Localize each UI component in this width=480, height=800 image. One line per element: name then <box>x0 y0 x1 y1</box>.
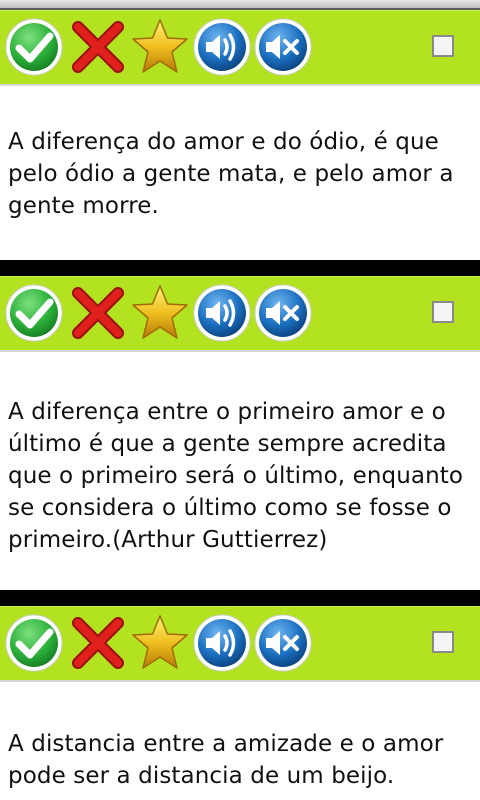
quote-card: A distancia entre a amizade e o amor pod… <box>0 606 480 800</box>
mute-icon <box>254 284 312 342</box>
x-icon <box>72 617 124 669</box>
mute-button[interactable] <box>253 283 313 343</box>
mute-button[interactable] <box>253 17 313 77</box>
favorite-button[interactable] <box>130 283 190 343</box>
check-icon <box>5 614 63 672</box>
quote-toolbar <box>0 606 480 682</box>
favorite-button[interactable] <box>130 613 190 673</box>
speaker-icon <box>193 284 251 342</box>
quote-card: A diferença entre o primeiro amor e o úl… <box>0 276 480 590</box>
reject-button[interactable] <box>68 613 128 673</box>
star-icon <box>132 615 188 669</box>
mute-icon <box>254 18 312 76</box>
quote-card: A diferença do amor e do ódio, é que pel… <box>0 10 480 260</box>
favorite-button[interactable] <box>130 17 190 77</box>
approve-button[interactable] <box>4 283 64 343</box>
select-checkbox[interactable] <box>432 301 454 323</box>
quote-toolbar <box>0 276 480 352</box>
quote-text: A diferença do amor e do ódio, é que pel… <box>8 129 454 219</box>
select-checkbox[interactable] <box>432 631 454 653</box>
star-icon <box>132 285 188 339</box>
approve-button[interactable] <box>4 17 64 77</box>
check-icon <box>5 284 63 342</box>
star-icon <box>132 19 188 73</box>
play-sound-button[interactable] <box>192 613 252 673</box>
speaker-icon <box>193 614 251 672</box>
x-icon <box>72 21 124 73</box>
select-checkbox[interactable] <box>432 35 454 57</box>
quote-text: A distancia entre a amizade e o amor pod… <box>8 731 444 789</box>
speaker-icon <box>193 18 251 76</box>
mute-button[interactable] <box>253 613 313 673</box>
x-icon <box>72 287 124 339</box>
quote-text: A diferença entre o primeiro amor e o úl… <box>8 399 464 553</box>
reject-button[interactable] <box>68 17 128 77</box>
approve-button[interactable] <box>4 613 64 673</box>
quote-list[interactable]: A diferença do amor e do ódio, é que pel… <box>0 0 480 800</box>
quote-toolbar <box>0 10 480 86</box>
mute-icon <box>254 614 312 672</box>
play-sound-button[interactable] <box>192 17 252 77</box>
check-icon <box>5 18 63 76</box>
reject-button[interactable] <box>68 283 128 343</box>
top-scroll-thumb <box>0 0 480 8</box>
play-sound-button[interactable] <box>192 283 252 343</box>
